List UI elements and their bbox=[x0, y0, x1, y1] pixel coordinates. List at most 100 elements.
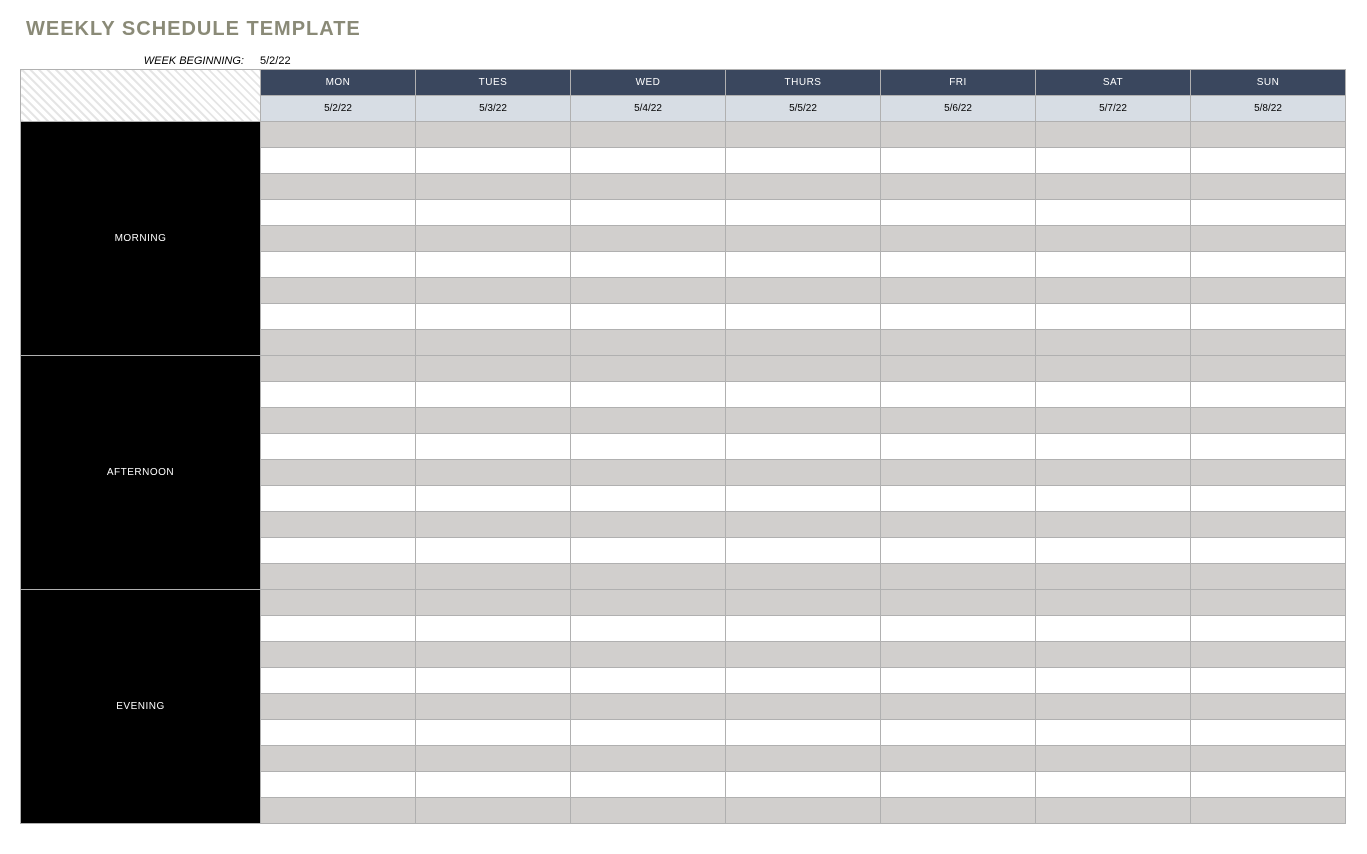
schedule-cell[interactable] bbox=[1036, 434, 1191, 460]
schedule-cell[interactable] bbox=[571, 200, 726, 226]
schedule-cell[interactable] bbox=[416, 408, 571, 434]
schedule-cell[interactable] bbox=[881, 148, 1036, 174]
schedule-cell[interactable] bbox=[261, 486, 416, 512]
schedule-cell[interactable] bbox=[1191, 122, 1346, 148]
schedule-cell[interactable] bbox=[261, 642, 416, 668]
schedule-cell[interactable] bbox=[416, 252, 571, 278]
schedule-cell[interactable] bbox=[726, 564, 881, 590]
schedule-cell[interactable] bbox=[571, 772, 726, 798]
schedule-cell[interactable] bbox=[571, 798, 726, 824]
schedule-cell[interactable] bbox=[726, 278, 881, 304]
schedule-cell[interactable] bbox=[261, 564, 416, 590]
schedule-cell[interactable] bbox=[1191, 330, 1346, 356]
schedule-cell[interactable] bbox=[1036, 200, 1191, 226]
schedule-cell[interactable] bbox=[1036, 798, 1191, 824]
schedule-cell[interactable] bbox=[881, 538, 1036, 564]
schedule-cell[interactable] bbox=[1191, 434, 1346, 460]
schedule-cell[interactable] bbox=[726, 408, 881, 434]
schedule-cell[interactable] bbox=[1036, 746, 1191, 772]
schedule-cell[interactable] bbox=[881, 200, 1036, 226]
schedule-cell[interactable] bbox=[1191, 148, 1346, 174]
schedule-cell[interactable] bbox=[571, 538, 726, 564]
schedule-cell[interactable] bbox=[726, 746, 881, 772]
schedule-cell[interactable] bbox=[416, 486, 571, 512]
schedule-cell[interactable] bbox=[881, 122, 1036, 148]
schedule-cell[interactable] bbox=[571, 148, 726, 174]
schedule-cell[interactable] bbox=[1191, 408, 1346, 434]
schedule-cell[interactable] bbox=[416, 148, 571, 174]
schedule-cell[interactable] bbox=[261, 512, 416, 538]
schedule-cell[interactable] bbox=[726, 382, 881, 408]
schedule-cell[interactable] bbox=[416, 694, 571, 720]
schedule-cell[interactable] bbox=[571, 512, 726, 538]
schedule-cell[interactable] bbox=[1036, 694, 1191, 720]
schedule-cell[interactable] bbox=[571, 486, 726, 512]
schedule-cell[interactable] bbox=[1036, 538, 1191, 564]
schedule-cell[interactable] bbox=[261, 356, 416, 382]
schedule-cell[interactable] bbox=[1191, 486, 1346, 512]
schedule-cell[interactable] bbox=[881, 226, 1036, 252]
schedule-cell[interactable] bbox=[1036, 460, 1191, 486]
schedule-cell[interactable] bbox=[1036, 772, 1191, 798]
schedule-cell[interactable] bbox=[416, 538, 571, 564]
schedule-cell[interactable] bbox=[261, 174, 416, 200]
schedule-cell[interactable] bbox=[416, 434, 571, 460]
schedule-cell[interactable] bbox=[571, 356, 726, 382]
schedule-cell[interactable] bbox=[881, 512, 1036, 538]
schedule-cell[interactable] bbox=[416, 642, 571, 668]
schedule-cell[interactable] bbox=[261, 460, 416, 486]
schedule-cell[interactable] bbox=[571, 460, 726, 486]
schedule-cell[interactable] bbox=[726, 460, 881, 486]
schedule-cell[interactable] bbox=[1191, 174, 1346, 200]
schedule-cell[interactable] bbox=[1036, 148, 1191, 174]
schedule-cell[interactable] bbox=[261, 798, 416, 824]
schedule-cell[interactable] bbox=[1191, 720, 1346, 746]
schedule-cell[interactable] bbox=[261, 278, 416, 304]
schedule-cell[interactable] bbox=[1036, 382, 1191, 408]
schedule-cell[interactable] bbox=[1036, 616, 1191, 642]
schedule-cell[interactable] bbox=[416, 746, 571, 772]
schedule-cell[interactable] bbox=[1191, 200, 1346, 226]
schedule-cell[interactable] bbox=[416, 174, 571, 200]
schedule-cell[interactable] bbox=[1191, 226, 1346, 252]
schedule-cell[interactable] bbox=[726, 798, 881, 824]
schedule-cell[interactable] bbox=[261, 408, 416, 434]
schedule-cell[interactable] bbox=[1191, 772, 1346, 798]
schedule-cell[interactable] bbox=[726, 434, 881, 460]
schedule-cell[interactable] bbox=[416, 668, 571, 694]
schedule-cell[interactable] bbox=[571, 252, 726, 278]
schedule-cell[interactable] bbox=[881, 408, 1036, 434]
schedule-cell[interactable] bbox=[416, 330, 571, 356]
schedule-cell[interactable] bbox=[571, 408, 726, 434]
schedule-cell[interactable] bbox=[416, 616, 571, 642]
schedule-cell[interactable] bbox=[261, 590, 416, 616]
schedule-cell[interactable] bbox=[261, 226, 416, 252]
schedule-cell[interactable] bbox=[416, 512, 571, 538]
schedule-cell[interactable] bbox=[571, 382, 726, 408]
schedule-cell[interactable] bbox=[726, 330, 881, 356]
schedule-cell[interactable] bbox=[261, 382, 416, 408]
schedule-cell[interactable] bbox=[416, 798, 571, 824]
schedule-cell[interactable] bbox=[1036, 356, 1191, 382]
schedule-cell[interactable] bbox=[726, 590, 881, 616]
schedule-cell[interactable] bbox=[726, 616, 881, 642]
schedule-cell[interactable] bbox=[261, 148, 416, 174]
schedule-cell[interactable] bbox=[571, 434, 726, 460]
schedule-cell[interactable] bbox=[881, 460, 1036, 486]
schedule-cell[interactable] bbox=[1191, 382, 1346, 408]
schedule-cell[interactable] bbox=[1191, 460, 1346, 486]
schedule-cell[interactable] bbox=[1036, 590, 1191, 616]
schedule-cell[interactable] bbox=[416, 564, 571, 590]
schedule-cell[interactable] bbox=[416, 720, 571, 746]
schedule-cell[interactable] bbox=[881, 486, 1036, 512]
schedule-cell[interactable] bbox=[416, 460, 571, 486]
schedule-cell[interactable] bbox=[881, 798, 1036, 824]
schedule-cell[interactable] bbox=[726, 148, 881, 174]
schedule-cell[interactable] bbox=[1191, 694, 1346, 720]
schedule-cell[interactable] bbox=[261, 252, 416, 278]
schedule-cell[interactable] bbox=[726, 122, 881, 148]
schedule-cell[interactable] bbox=[1191, 668, 1346, 694]
schedule-cell[interactable] bbox=[261, 668, 416, 694]
schedule-cell[interactable] bbox=[1191, 590, 1346, 616]
schedule-cell[interactable] bbox=[261, 330, 416, 356]
